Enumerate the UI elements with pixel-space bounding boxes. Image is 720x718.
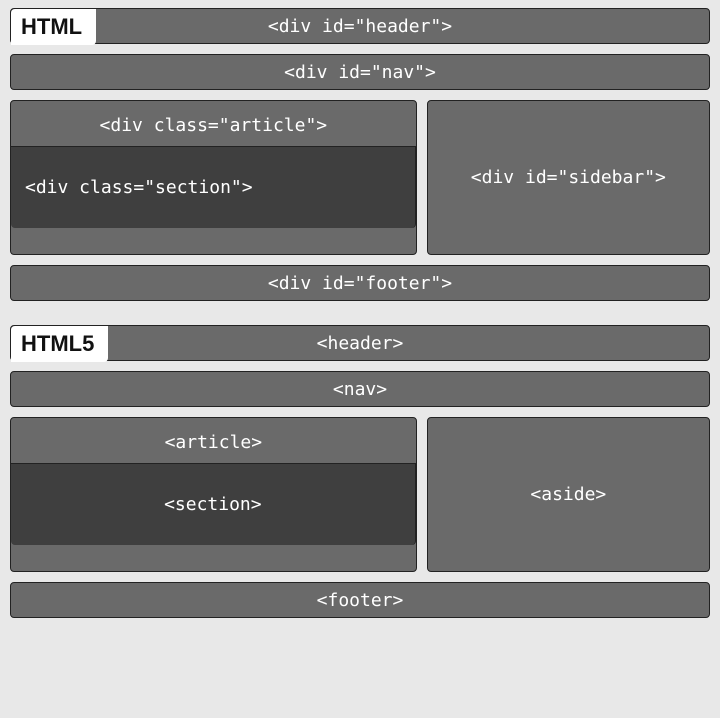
html4-section-box: <div class="section"> bbox=[11, 146, 416, 228]
html4-article-label: <div class="article"> bbox=[21, 109, 406, 146]
html5-section-box: <section> bbox=[11, 463, 416, 545]
html5-article-label: <article> bbox=[21, 426, 406, 463]
html5-title-chip: HTML5 bbox=[11, 326, 108, 362]
html5-aside-label: <aside> bbox=[530, 484, 606, 505]
html5-content-group: <article> <section> <aside> bbox=[10, 417, 710, 572]
html4-footer-row: <div id="footer"> bbox=[10, 265, 710, 301]
html4-article-box: <div class="article"> <div class="sectio… bbox=[10, 100, 417, 255]
html4-title: HTML bbox=[21, 14, 82, 40]
html4-content-group: <div class="article"> <div class="sectio… bbox=[10, 100, 710, 255]
html5-title: HTML5 bbox=[21, 331, 94, 357]
html5-footer-row: <footer> bbox=[10, 582, 710, 618]
html5-nav-row: <nav> bbox=[10, 371, 710, 407]
html4-section-label: <div class="section"> bbox=[25, 177, 253, 198]
html5-aside-box: <aside> bbox=[427, 417, 710, 572]
html4-nav-row: <div id="nav"> bbox=[10, 54, 710, 90]
html4-title-chip: HTML bbox=[11, 9, 96, 45]
divider bbox=[10, 311, 710, 325]
html4-footer-label: <div id="footer"> bbox=[11, 273, 709, 294]
html4-sidebar-label: <div id="sidebar"> bbox=[471, 167, 666, 188]
html5-section-label: <section> bbox=[164, 494, 262, 515]
html5-header-label: <header> bbox=[11, 333, 709, 354]
html4-nav-label: <div id="nav"> bbox=[11, 62, 709, 83]
html5-article-box: <article> <section> bbox=[10, 417, 417, 572]
html5-nav-label: <nav> bbox=[11, 379, 709, 400]
html4-header-label: <div id="header"> bbox=[11, 16, 709, 37]
html5-header-row: HTML5 <header> bbox=[10, 325, 710, 361]
html4-header-row: HTML <div id="header"> bbox=[10, 8, 710, 44]
html5-footer-label: <footer> bbox=[11, 590, 709, 611]
html4-sidebar-box: <div id="sidebar"> bbox=[427, 100, 710, 255]
